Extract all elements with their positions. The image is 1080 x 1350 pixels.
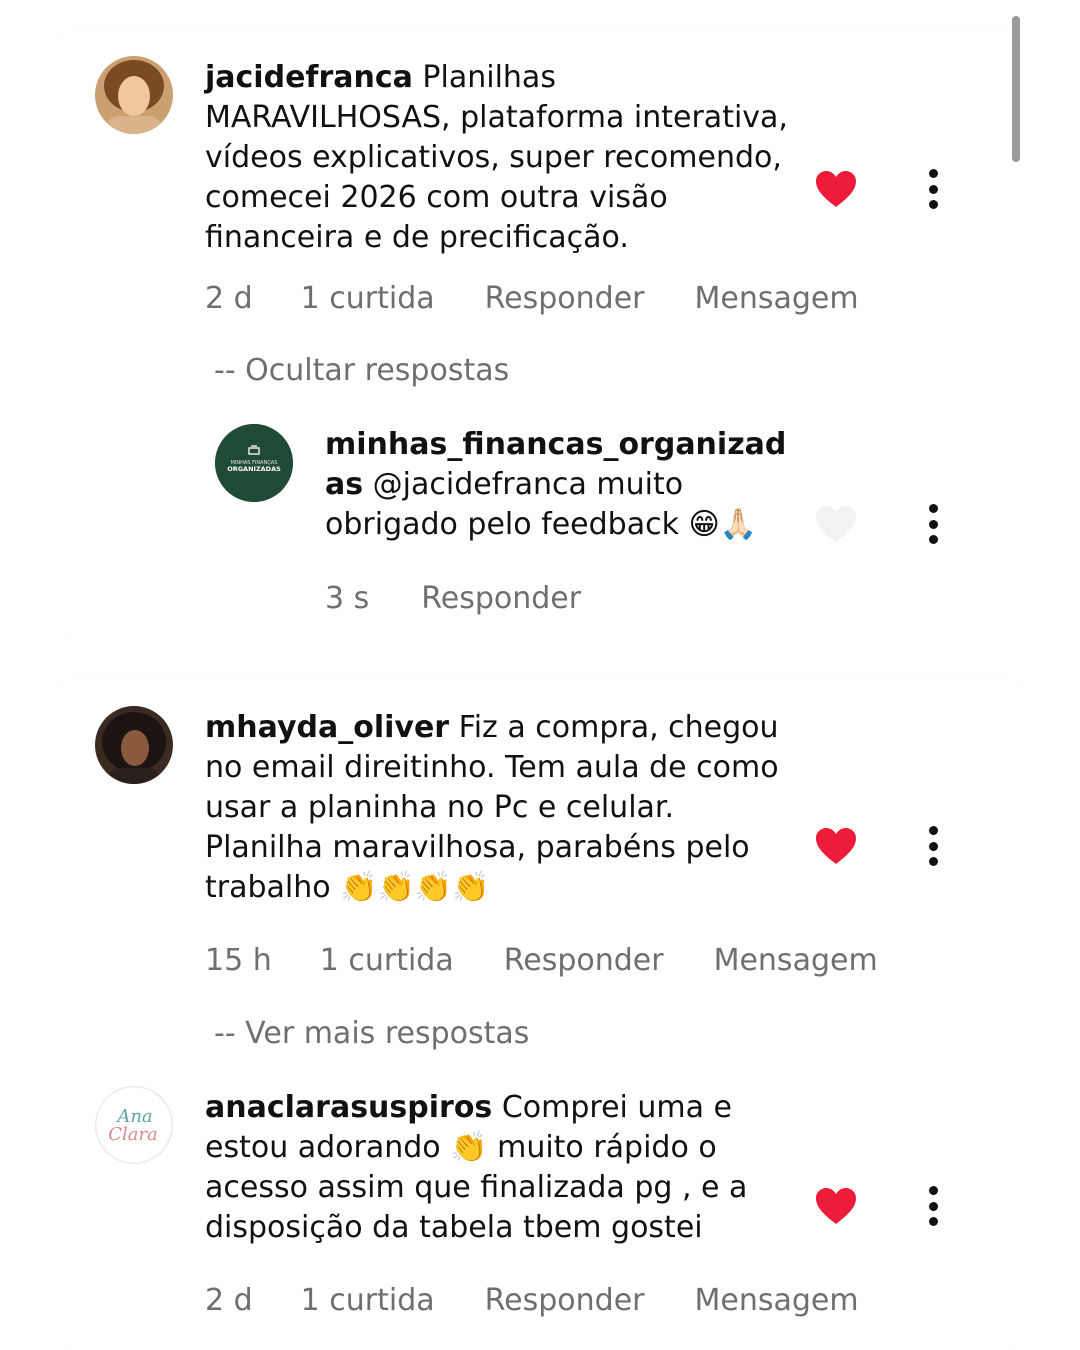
message-button[interactable]: Mensagem (695, 1283, 859, 1318)
more-options-icon[interactable] (926, 826, 940, 866)
more-options-icon[interactable] (926, 504, 940, 544)
likes-count[interactable]: 1 curtida (301, 281, 435, 316)
avatar[interactable] (95, 706, 173, 784)
comment-body: jacidefranca Planilhas MARAVILHOSAS, pla… (205, 58, 805, 258)
comment-username[interactable]: anaclarasuspiros (205, 1090, 492, 1125)
avatar[interactable] (95, 56, 173, 134)
comment-time: 2 d (205, 1283, 253, 1318)
heart-icon[interactable] (815, 505, 857, 543)
reply-button[interactable]: Responder (485, 281, 645, 316)
reply-text: @jacidefranca muito obrigado pelo feedba… (325, 467, 758, 542)
scrollbar[interactable] (1012, 16, 1020, 162)
likes-count[interactable]: 1 curtida (301, 1283, 435, 1318)
more-options-icon[interactable] (926, 169, 940, 209)
comment-meta: 15 h 1 curtida Responder Mensagem (205, 943, 878, 978)
comment-body: mhayda_oliver Fiz a compra, chegou no em… (205, 708, 795, 908)
avatar[interactable]: Ana Clara (95, 1086, 173, 1164)
comment-time: 2 d (205, 281, 253, 316)
reply-body: minhas_financas_organizadas @jacidefranc… (325, 425, 795, 545)
reply-button[interactable]: Responder (504, 943, 664, 978)
reply-meta: 3 s Responder (325, 581, 581, 616)
comment-username[interactable]: mhayda_oliver (205, 710, 449, 745)
comment-meta: 2 d 1 curtida Responder Mensagem (205, 1283, 859, 1318)
message-button[interactable]: Mensagem (695, 281, 859, 316)
heart-icon[interactable] (815, 1187, 857, 1225)
comment-body: anaclarasuspiros Comprei uma e estou ado… (205, 1088, 765, 1248)
more-options-icon[interactable] (926, 1186, 940, 1226)
avatar-brand-bottom: Clara (108, 1124, 158, 1145)
comment-username[interactable]: jacidefranca (205, 60, 413, 95)
view-more-replies-button[interactable]: -- Ver mais respostas (214, 1016, 529, 1051)
reply-button[interactable]: Responder (485, 1283, 645, 1318)
message-button[interactable]: Mensagem (714, 943, 878, 978)
reply-time: 3 s (325, 581, 370, 616)
comment-meta: 2 d 1 curtida Responder Mensagem (205, 281, 859, 316)
heart-icon[interactable] (815, 170, 857, 208)
comment-time: 15 h (205, 943, 272, 978)
reply-button[interactable]: Responder (421, 581, 581, 616)
avatar[interactable]: MINHAS FINANÇAS ORGANIZADAS (215, 424, 293, 502)
heart-icon[interactable] (815, 827, 857, 865)
avatar-brand-bottom: ORGANIZADAS (227, 465, 281, 473)
hide-replies-button[interactable]: -- Ocultar respostas (214, 353, 509, 388)
likes-count[interactable]: 1 curtida (320, 943, 454, 978)
